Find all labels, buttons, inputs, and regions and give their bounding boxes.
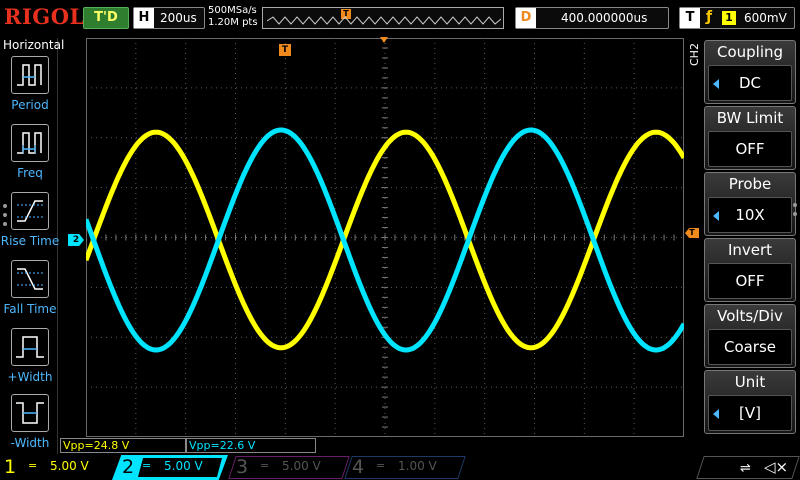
trigger-source-badge: 1	[722, 11, 736, 25]
measure-fall-time-label: Fall Time	[3, 302, 57, 316]
bw-limit-value: OFF	[708, 131, 792, 167]
unit-title: Unit	[734, 373, 766, 391]
trigger-level-value: 600mV	[744, 11, 787, 25]
ch3-status[interactable]: 3 = 5.00 V	[228, 455, 350, 480]
measure-freq-label: Freq	[17, 166, 43, 180]
ch2-ground-marker[interactable]: 2	[68, 234, 84, 246]
probe-arrow-icon	[713, 211, 719, 221]
horizontal-key-label: H	[134, 8, 154, 28]
ch1-dc-coupling-icon: =	[28, 459, 38, 472]
bw-limit-menu-item[interactable]: BW Limit OFF	[704, 106, 796, 170]
ch4-scale: 1.00 V	[398, 459, 437, 473]
measure-fall-time-button[interactable]: Fall Time	[0, 260, 60, 316]
ch3-number: 3	[236, 456, 249, 478]
probe-menu-item[interactable]: Probe 10X	[704, 172, 796, 236]
trigger-position-marker[interactable]: T	[279, 44, 291, 56]
run-status-badge[interactable]: T'D	[83, 7, 129, 29]
rigol-logo: RIGOL	[4, 4, 85, 29]
measure-panel: Horizontal Period Freq Rise Time Fall Ti…	[0, 38, 64, 454]
measure-panel-title: Horizontal	[3, 38, 65, 52]
waveform-grid[interactable]	[86, 38, 684, 437]
volts-div-title: Volts/Div	[717, 307, 783, 325]
positive-width-icon	[11, 328, 49, 366]
ch4-status[interactable]: 4 = 1.00 V	[344, 455, 466, 480]
coupling-value: DC	[708, 65, 792, 101]
timebase-box[interactable]: H 200us	[133, 7, 205, 29]
ch2-number: 2	[122, 456, 135, 478]
probe-value: 10X	[708, 197, 792, 233]
timebase-value: 200us	[160, 11, 197, 25]
measure-positive-width-label: +Width	[7, 370, 53, 384]
channel-menu: Coupling DC BW Limit OFF Probe 10X Inver…	[704, 38, 796, 438]
measure-period-button[interactable]: Period	[0, 56, 60, 112]
ch4-number: 4	[352, 456, 365, 478]
measure-rise-time-label: Rise Time	[0, 234, 60, 248]
period-icon	[11, 56, 49, 94]
menu-page-dots	[793, 203, 798, 221]
rising-edge-icon: ƒ	[706, 9, 713, 25]
volts-div-menu-item[interactable]: Volts/Div Coarse	[704, 304, 796, 368]
delay-key-label: D	[516, 8, 536, 28]
ch1-scale: 5.00 V	[50, 459, 89, 473]
invert-value: OFF	[708, 263, 792, 299]
measure-period-label: Period	[11, 98, 49, 112]
acquisition-info: 500MSa/s 1.20M pts	[208, 5, 258, 29]
memory-depth: 1.20M pts	[208, 17, 258, 28]
delay-value: 400.000000us	[561, 11, 648, 25]
unit-value: [V]	[708, 395, 792, 431]
ch2-dc-coupling-icon: =	[142, 459, 152, 472]
coupling-title: Coupling	[716, 43, 784, 61]
measure-freq-button[interactable]: Freq	[0, 124, 60, 180]
probe-title: Probe	[728, 175, 772, 193]
speaker-muted-icon[interactable]: ◁×	[764, 458, 788, 476]
ch1-status[interactable]: 1 = 5.00 V	[0, 455, 110, 480]
ch3-dc-coupling-icon: =	[260, 459, 270, 472]
coupling-arrow-icon	[713, 79, 719, 89]
trigger-level-marker[interactable]: T	[685, 228, 699, 238]
measure-rise-time-button[interactable]: Rise Time	[0, 192, 60, 248]
unit-arrow-icon	[713, 409, 719, 419]
rise-time-icon	[11, 192, 49, 230]
volts-div-value: Coarse	[708, 329, 792, 365]
delay-center-marker	[380, 37, 388, 43]
coupling-menu-item[interactable]: Coupling DC	[704, 40, 796, 104]
menu-channel-tag: CH2	[688, 43, 701, 66]
top-bar: RIGOL T'D H 200us 500MSa/s 1.20M pts T D…	[0, 0, 800, 36]
invert-menu-item[interactable]: Invert OFF	[704, 238, 796, 302]
ch1-vpp-readout: Vpp=24.8 V	[60, 438, 186, 453]
measure-negative-width-label: -Width	[10, 436, 50, 450]
negative-width-icon	[11, 394, 49, 432]
bw-limit-title: BW Limit	[716, 109, 784, 127]
ch4-dc-coupling-icon: =	[376, 459, 386, 472]
ch2-scale: 5.00 V	[164, 459, 203, 473]
trigger-key-label: T	[680, 8, 700, 28]
memory-waveform-preview	[267, 16, 501, 25]
measure-negative-width-button[interactable]: -Width	[0, 394, 60, 450]
freq-icon	[11, 124, 49, 162]
ch2-vpp-readout: Vpp=22.6 V	[186, 438, 316, 453]
usb-icon: ⇌	[740, 461, 751, 476]
sample-rate: 500MSa/s	[208, 5, 257, 16]
invert-title: Invert	[727, 241, 773, 259]
delay-box[interactable]: D 400.000000us	[515, 7, 669, 29]
measure-positive-width-button[interactable]: +Width	[0, 328, 60, 384]
trigger-box[interactable]: T ƒ 1 600mV	[679, 7, 795, 29]
ch2-status[interactable]: 2 = 5.00 V	[112, 455, 228, 480]
ch1-number: 1	[4, 456, 17, 478]
fall-time-icon	[11, 260, 49, 298]
ch3-scale: 5.00 V	[282, 459, 321, 473]
channel-status-bar: 1 = 5.00 V 2 = 5.00 V 3 = 5.00 V 4 = 1.0…	[0, 455, 800, 480]
unit-menu-item[interactable]: Unit [V]	[704, 370, 796, 434]
memory-position-bar[interactable]: T	[262, 7, 504, 29]
